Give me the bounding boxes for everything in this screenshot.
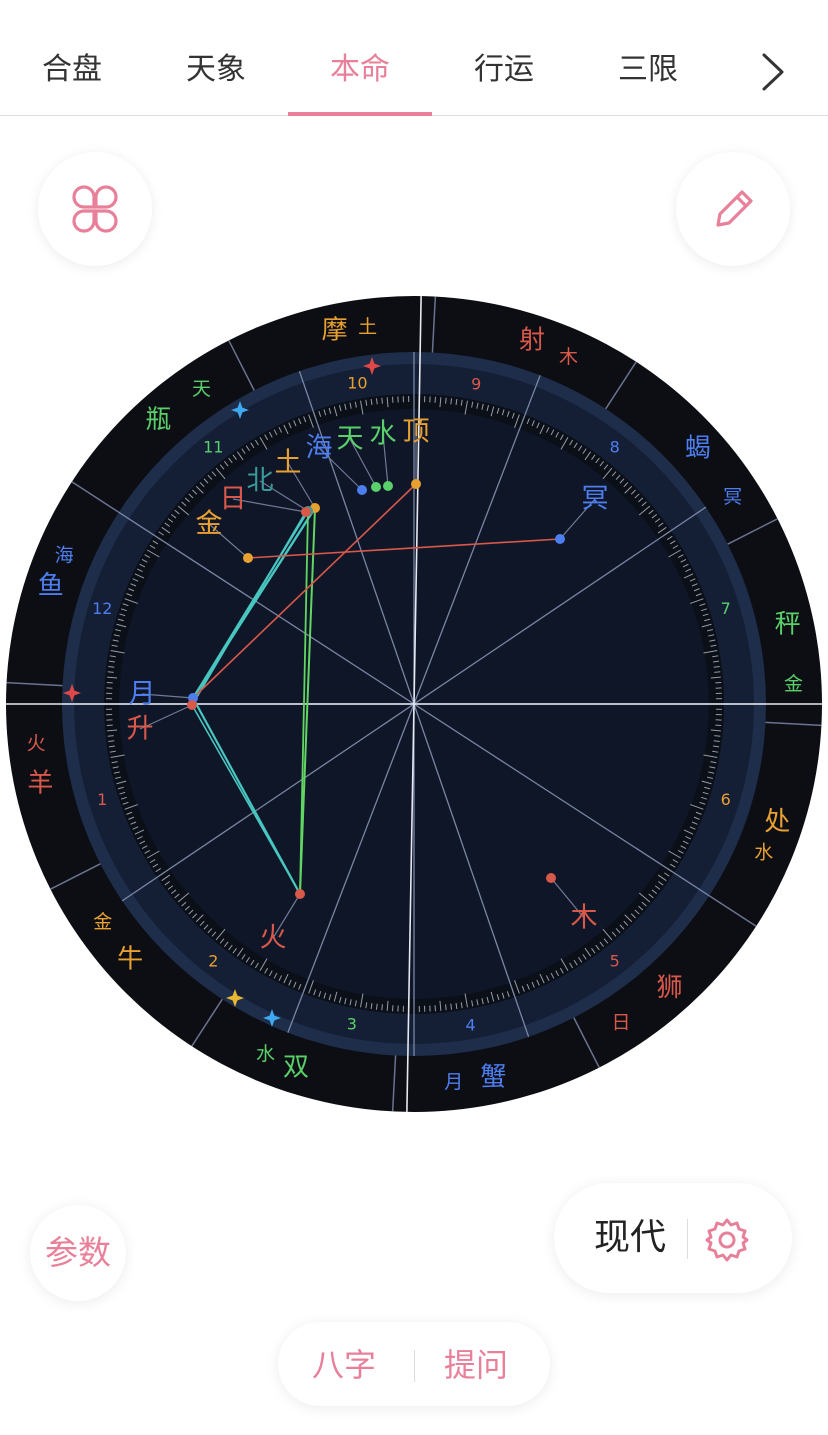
tab-xingyun[interactable]: 行运: [432, 48, 576, 92]
planet-label: 木: [571, 903, 598, 934]
sign-ruler-label: 月: [444, 1071, 463, 1093]
sign-glyph-label: 蟹: [480, 1063, 506, 1093]
house-number: 2: [208, 951, 218, 970]
layout-grid-button[interactable]: [38, 152, 152, 266]
sign-ruler-label: 金: [784, 673, 803, 695]
sign-glyph-label: 牛: [117, 945, 143, 975]
degree-tick: [714, 671, 721, 673]
top-tab-bar: 合盘 天象 本命 行运 三限: [0, 0, 828, 116]
planet-dot: [555, 534, 565, 544]
planet-dot: [295, 889, 305, 899]
planet-label: 天: [337, 424, 364, 455]
sign-ruler-label: 日: [611, 1012, 630, 1034]
mode-divider: [687, 1219, 688, 1259]
sign-glyph-label: 羊: [27, 768, 53, 798]
planet-label: 日: [220, 484, 247, 515]
planet-dot: [383, 481, 393, 491]
sign-ruler-label: 木: [559, 346, 578, 368]
house-number: 7: [721, 599, 731, 618]
tab-benming[interactable]: 本命: [288, 48, 432, 92]
sign-glyph-label: 双: [283, 1052, 309, 1082]
house-number: 10: [347, 373, 367, 392]
house-number: 1: [97, 790, 107, 809]
planet-label: 冥: [582, 484, 609, 515]
planet-dot: [243, 553, 253, 563]
planet-label: 月: [129, 679, 156, 710]
sign-ruler-label: 水: [754, 841, 773, 863]
sign-glyph-label: 处: [764, 807, 790, 837]
degree-tick: [381, 1004, 383, 1011]
planet-label: 水: [370, 419, 397, 450]
natal-chart-wheel: 射木蝎冥秤金处水狮日蟹月双水牛金羊火鱼海瓶天摩土 123 456789101112…: [6, 296, 822, 1112]
sign-ruler-label: 水: [256, 1043, 275, 1065]
degree-tick: [445, 1004, 447, 1011]
planet-dot: [546, 873, 556, 883]
clover-grid-icon: [72, 185, 118, 233]
ask-button[interactable]: 提问: [444, 1340, 508, 1390]
planet-dot: [357, 485, 367, 495]
planet-dot: [411, 479, 421, 489]
tab-hepan[interactable]: 合盘: [0, 48, 144, 92]
chart-mode-selector[interactable]: 现代: [554, 1183, 792, 1293]
pencil-icon: [716, 190, 753, 227]
tab-tianxiang[interactable]: 天象: [144, 48, 288, 92]
house-number: 6: [721, 790, 731, 809]
planet-label: 金: [196, 509, 223, 540]
sign-glyph-label: 秤: [775, 610, 801, 640]
sign-ruler-label: 天: [192, 378, 211, 400]
house-number: 3: [347, 1015, 357, 1034]
bottom-actions: 八字 提问: [278, 1322, 550, 1406]
planet-label: 土: [275, 448, 302, 479]
sign-ruler-label: 冥: [723, 486, 742, 508]
tab-sanxian[interactable]: 三限: [576, 48, 720, 92]
planet-dot: [301, 507, 311, 517]
planet-dot: [187, 700, 197, 710]
edit-button[interactable]: [676, 152, 790, 266]
planet-label: 北: [247, 466, 274, 497]
sign-glyph-label: 狮: [657, 973, 683, 1003]
bottom-divider: [414, 1350, 415, 1382]
active-tab-indicator: [288, 112, 432, 116]
degree-tick: [714, 735, 721, 737]
sign-ruler-label: 海: [55, 545, 74, 567]
sign-ruler-label: 金: [93, 911, 112, 933]
gear-icon[interactable]: [703, 1216, 751, 1264]
house-number: 5: [610, 951, 620, 970]
sign-glyph-label: 鱼: [38, 571, 64, 601]
sign-ruler-label: 土: [358, 316, 377, 338]
house-number: 11: [203, 438, 223, 457]
chart-mode-label: 现代: [594, 1217, 667, 1258]
planet-label: 升: [127, 714, 154, 745]
house-number: 4: [466, 1016, 476, 1035]
degree-tick: [445, 397, 447, 404]
sign-glyph-label: 摩: [322, 315, 348, 345]
degree-tick: [107, 735, 114, 737]
bazi-button[interactable]: 八字: [312, 1340, 376, 1390]
degree-tick: [107, 671, 114, 673]
params-button[interactable]: 参数: [30, 1205, 126, 1301]
sign-glyph-label: 蝎: [685, 433, 711, 463]
natal-chart[interactable]: 射木蝎冥秤金处水狮日蟹月双水牛金羊火鱼海瓶天摩土 1 2 3 4 5 6 7 8 9 10 11 12…: [6, 296, 822, 1112]
house-number: 8: [610, 438, 620, 457]
planet-label: 火: [260, 923, 287, 954]
planet-dot: [371, 482, 381, 492]
planet-label: 海: [306, 433, 333, 464]
planet-label: 顶: [403, 417, 430, 448]
sign-ruler-label: 火: [27, 733, 46, 755]
sign-glyph-label: 瓶: [145, 405, 171, 435]
chevron-right-icon[interactable]: [756, 52, 790, 92]
house-number: 9: [471, 374, 481, 393]
degree-tick: [381, 397, 383, 404]
house-number: 12: [92, 599, 112, 618]
sign-glyph-label: 射: [519, 326, 545, 356]
